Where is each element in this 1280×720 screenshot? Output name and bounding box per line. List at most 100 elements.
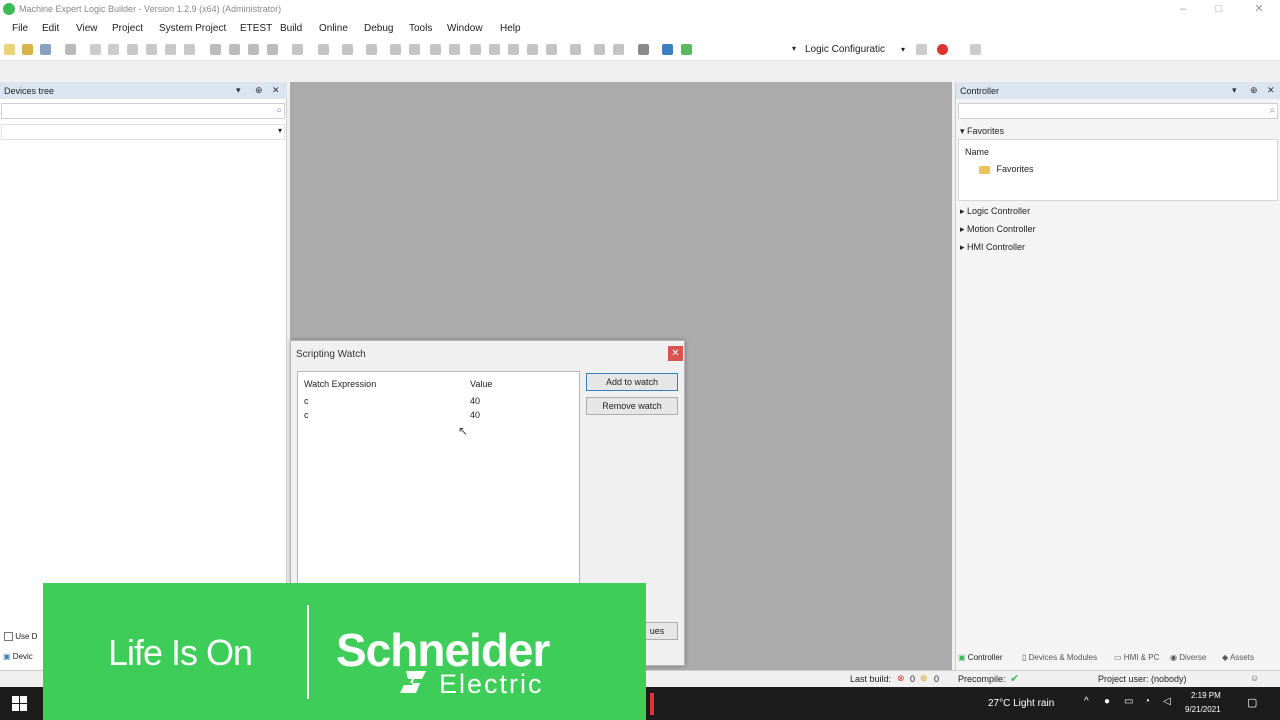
connect-icon[interactable] <box>937 44 948 55</box>
pin-icon[interactable]: ⊕ <box>255 85 263 96</box>
build-icon[interactable] <box>292 44 303 55</box>
copy-icon[interactable] <box>146 44 157 55</box>
network-icon[interactable]: ◔ <box>1144 696 1150 707</box>
watch-row-value[interactable]: 40 <box>470 410 480 420</box>
clock-time[interactable]: 2:19 PM <box>1191 691 1221 700</box>
menu-system-project[interactable]: System Project <box>159 23 226 34</box>
menu-window[interactable]: Window <box>447 23 483 34</box>
name-column-header[interactable]: Name <box>965 147 989 157</box>
logic-controller-section[interactable]: ▸ Logic Controller <box>960 206 1030 217</box>
refresh-icon[interactable] <box>916 44 927 55</box>
settings-icon[interactable] <box>970 44 981 55</box>
menu-project[interactable]: Project <box>112 23 143 34</box>
search-icon[interactable]: ⌕ <box>1269 105 1275 116</box>
configuration-icon[interactable] <box>681 44 692 55</box>
windows-start-icon[interactable] <box>12 696 28 712</box>
new-icon[interactable] <box>4 44 15 55</box>
search-icon[interactable]: ⌕ <box>276 105 282 116</box>
menu-help[interactable]: Help <box>500 23 521 34</box>
add-to-watch-button[interactable]: Add to watch <box>586 373 678 391</box>
close-window-button[interactable]: ✕ <box>1252 2 1266 16</box>
watch-expression-header[interactable]: Watch Expression <box>304 379 376 389</box>
find-icon[interactable] <box>210 44 221 55</box>
step-out-icon[interactable] <box>527 44 538 55</box>
hmi-controller-section[interactable]: ▸ HMI Controller <box>960 242 1025 253</box>
stop-icon[interactable] <box>449 44 460 55</box>
reset-icon[interactable] <box>470 44 481 55</box>
device-icon[interactable] <box>662 44 673 55</box>
step-into-icon[interactable] <box>508 44 519 55</box>
cut-icon[interactable] <box>127 44 138 55</box>
context-dropdown[interactable]: ▾ <box>702 42 800 57</box>
run-icon[interactable] <box>430 44 441 55</box>
notification-icon[interactable]: ▢ <box>1247 696 1257 709</box>
generate-icon[interactable] <box>366 44 377 55</box>
chevron-up-icon[interactable]: ^ <box>1084 696 1089 707</box>
devices-filter-dropdown[interactable]: ▾ <box>1 124 285 140</box>
step-over-icon[interactable] <box>489 44 500 55</box>
open-icon[interactable] <box>22 44 33 55</box>
watch-row-expression[interactable]: c <box>304 396 309 406</box>
maximize-button[interactable]: □ <box>1212 2 1226 16</box>
microphone-icon[interactable]: ● <box>1104 696 1110 707</box>
battery-icon[interactable]: ▭ <box>1124 696 1133 707</box>
volume-icon[interactable]: ◁ <box>1163 696 1171 707</box>
watch-row-expression[interactable]: c <box>304 410 309 420</box>
monitor-icon[interactable] <box>638 44 649 55</box>
bookmark-icon[interactable] <box>267 44 278 55</box>
logout-icon[interactable] <box>409 44 420 55</box>
panel-menu-icon[interactable]: ▾ <box>236 85 241 96</box>
taskbar-app-icon[interactable] <box>650 693 654 715</box>
watch-row-value[interactable]: 40 <box>470 396 480 406</box>
weather-text[interactable]: 27°C Light rain <box>988 698 1054 709</box>
force-values-icon[interactable] <box>594 44 605 55</box>
menu-tools[interactable]: Tools <box>409 23 432 34</box>
chevron-down-icon: ▾ <box>791 44 796 53</box>
tab-devices-modules[interactable]: ▯ Devices & Modules <box>1022 653 1097 662</box>
write-values-icon[interactable] <box>570 44 581 55</box>
print-icon[interactable] <box>65 44 76 55</box>
login-icon[interactable] <box>390 44 401 55</box>
undo-icon[interactable] <box>90 44 101 55</box>
panel-menu-icon[interactable]: ▾ <box>1232 85 1237 96</box>
checkbox-icon[interactable] <box>4 632 13 642</box>
close-icon[interactable]: ✕ <box>272 85 280 96</box>
tab-assets[interactable]: ◆ Assets <box>1222 653 1254 662</box>
favorites-folder-item[interactable]: Favorites <box>979 164 1034 174</box>
menu-view[interactable]: View <box>76 23 98 34</box>
save-icon[interactable] <box>40 44 51 55</box>
menu-online[interactable]: Online <box>319 23 348 34</box>
clean-icon[interactable] <box>342 44 353 55</box>
favorites-section-toggle[interactable]: ▾ Favorites <box>960 126 1004 137</box>
delete-icon[interactable] <box>184 44 195 55</box>
replace-icon[interactable] <box>229 44 240 55</box>
breakpoint-icon[interactable] <box>546 44 557 55</box>
controller-search-input[interactable]: ⌕ <box>958 103 1278 119</box>
rebuild-icon[interactable] <box>318 44 329 55</box>
tab-hmi-pc[interactable]: ▭ HMI & PC <box>1114 653 1159 662</box>
tab-devices[interactable]: ▣ Devic <box>3 652 33 661</box>
menu-edit[interactable]: Edit <box>42 23 59 34</box>
motion-controller-section[interactable]: ▸ Motion Controller <box>960 224 1036 235</box>
logic-configuration-dropdown[interactable]: Logic Configuratic ▾ <box>805 42 905 57</box>
dialog-close-button[interactable]: ✕ <box>668 346 683 361</box>
tab-controller[interactable]: ▣ Controller <box>958 653 1002 662</box>
find-next-icon[interactable] <box>248 44 259 55</box>
tab-diverse[interactable]: ◉ Diverse <box>1170 653 1206 662</box>
clock-date[interactable]: 9/21/2021 <box>1185 705 1221 714</box>
minimize-button[interactable]: – <box>1176 2 1190 16</box>
value-header[interactable]: Value <box>470 379 492 389</box>
close-icon[interactable]: ✕ <box>1267 85 1275 96</box>
user-icon[interactable]: ☺ <box>1250 673 1259 683</box>
menu-build[interactable]: Build <box>280 23 302 34</box>
pin-icon[interactable]: ⊕ <box>1250 85 1258 96</box>
menu-etest[interactable]: ETEST <box>240 23 272 34</box>
menu-debug[interactable]: Debug <box>364 23 393 34</box>
paste-icon[interactable] <box>165 44 176 55</box>
remove-watch-button[interactable]: Remove watch <box>586 397 678 415</box>
menu-file[interactable]: File <box>12 23 28 34</box>
use-checkbox[interactable]: Use D <box>4 632 37 642</box>
unforce-icon[interactable] <box>613 44 624 55</box>
redo-icon[interactable] <box>108 44 119 55</box>
devices-search-input[interactable]: ⌕ <box>1 103 285 119</box>
